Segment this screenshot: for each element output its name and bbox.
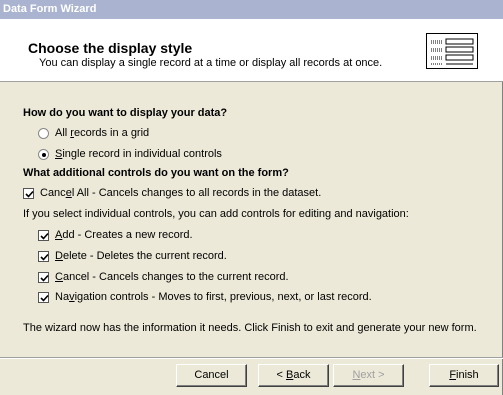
checkbox[interactable]: [23, 187, 34, 199]
finish-button[interactable]: Finish: [429, 364, 499, 387]
radio-label: All records in a grid: [55, 127, 150, 139]
controls-info-text: If you select individual controls, you c…: [23, 208, 409, 220]
title-bar: Data Form Wizard: [0, 0, 503, 19]
checkbox[interactable]: [38, 291, 49, 303]
window-title: Data Form Wizard: [3, 3, 97, 15]
checkbox-delete[interactable]: Delete - Deletes the current record.: [38, 250, 227, 262]
checkbox[interactable]: [38, 250, 49, 262]
checkbox-label: Cancel All - Cancels changes to all reco…: [40, 187, 322, 199]
checkbox-label: Navigation controls - Moves to first, pr…: [55, 291, 372, 303]
checkbox-label: Add - Creates a new record.: [55, 229, 193, 241]
display-heading: How do you want to display your data?: [23, 107, 228, 119]
controls-heading: What additional controls do you want on …: [23, 167, 289, 179]
wizard-complete-text: The wizard now has the information it ne…: [23, 322, 477, 334]
checkbox-label: Delete - Deletes the current record.: [55, 250, 227, 262]
back-button[interactable]: < Back: [258, 364, 329, 387]
checkbox-cancel-all[interactable]: Cancel All - Cancels changes to all reco…: [23, 187, 321, 199]
page-subtitle: You can display a single record at a tim…: [39, 57, 383, 69]
checkbox[interactable]: [38, 271, 49, 283]
form-layout-icon: [426, 33, 478, 69]
data-form-wizard-window: Data Form Wizard Choose the display styl…: [0, 0, 503, 395]
checkbox-add[interactable]: Add - Creates a new record.: [38, 229, 193, 241]
radio-all-records-grid[interactable]: All records in a grid: [38, 127, 149, 139]
checkbox-label: Cancel - Cancels changes to the current …: [55, 271, 289, 283]
checkbox[interactable]: [38, 229, 49, 241]
checkbox-navigation[interactable]: Navigation controls - Moves to first, pr…: [38, 291, 372, 303]
cancel-button[interactable]: Cancel: [176, 364, 247, 387]
next-button[interactable]: Next >: [333, 364, 404, 387]
radio-button[interactable]: [38, 127, 49, 139]
checkbox-cancel[interactable]: Cancel - Cancels changes to the current …: [38, 271, 289, 283]
page-title: Choose the display style: [28, 40, 193, 56]
wizard-header: Choose the display style You can display…: [0, 19, 503, 82]
radio-single-record[interactable]: Single record in individual controls: [38, 148, 222, 160]
radio-label: Single record in individual controls: [55, 148, 222, 160]
footer-divider-highlight: [0, 358, 503, 359]
radio-button-selected[interactable]: [38, 148, 49, 160]
